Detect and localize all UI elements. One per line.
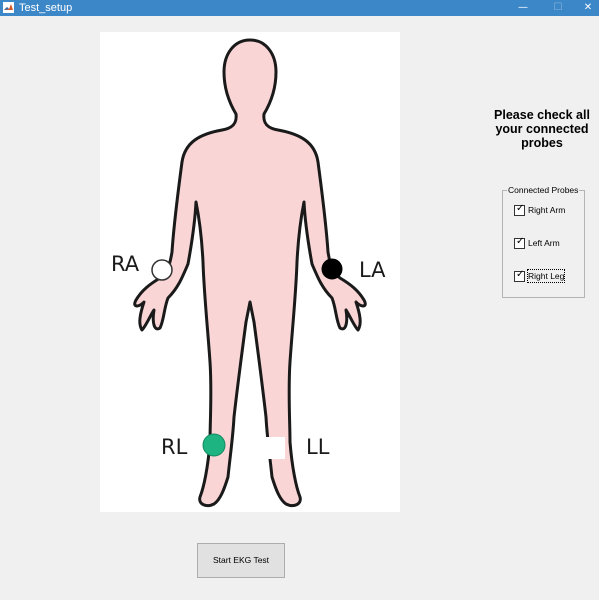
maximize-button[interactable]: ☐ — [543, 0, 573, 16]
checkbox-label[interactable]: Right Leg — [526, 269, 566, 283]
start-ekg-test-button[interactable]: Start EKG Test — [197, 543, 285, 578]
check-icon: ✓ — [516, 236, 525, 247]
window-title: Test_setup — [19, 2, 73, 14]
window-titlebar[interactable]: Test_setup — ☐ ✕ — [0, 0, 599, 16]
checkbox-label[interactable]: Left Arm — [528, 237, 560, 249]
check-icon: ✓ — [516, 203, 525, 214]
probe-label-ra: RA — [111, 252, 140, 276]
checkbox-label[interactable]: Right Arm — [528, 204, 565, 216]
body-diagram: RA LA RL LL — [100, 32, 400, 512]
minimize-button[interactable]: — — [508, 0, 538, 16]
checkbox-box[interactable]: ✓ — [514, 269, 525, 282]
check-icon: ✓ — [516, 269, 525, 280]
probe-label-ll: LL — [306, 435, 330, 459]
close-button[interactable]: ✕ — [573, 0, 599, 16]
probe-ra-marker — [151, 259, 173, 281]
probe-ll-marker — [265, 437, 285, 459]
checkbox-box[interactable]: ✓ — [514, 203, 525, 216]
panel-title: Connected Probes — [507, 185, 580, 195]
connected-probes-panel: Connected Probes ✓ Right Arm ✓ Left Arm … — [502, 185, 585, 298]
instruction-text: Please check all your connected probes — [494, 108, 590, 150]
probe-rl-marker — [202, 433, 226, 457]
checkbox-box[interactable]: ✓ — [514, 236, 525, 249]
probe-label-la: LA — [359, 258, 386, 282]
matlab-icon — [3, 2, 14, 13]
probe-la-marker — [321, 258, 343, 280]
probe-label-rl: RL — [161, 435, 188, 459]
body-outline — [133, 38, 367, 508]
